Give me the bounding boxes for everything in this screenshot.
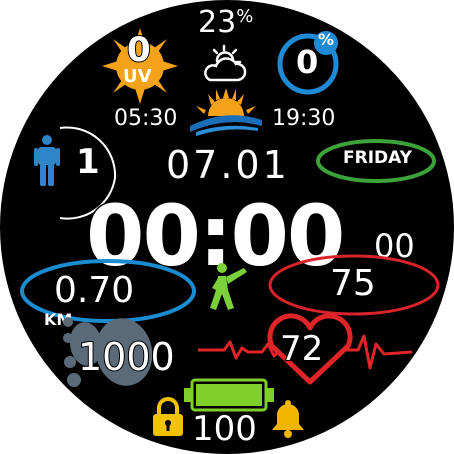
bell-icon xyxy=(272,400,304,438)
battery-value: 100 xyxy=(191,409,258,449)
battery-level-fill xyxy=(196,384,262,406)
person-icon xyxy=(34,135,60,186)
sunset-time: 19:30 xyxy=(272,106,336,131)
partly-cloudy-icon xyxy=(204,44,247,82)
uv-label: UV xyxy=(123,66,152,87)
humidity-number: 23 xyxy=(198,5,237,40)
humidity-value: 23% xyxy=(198,8,253,38)
exercise-icon xyxy=(210,263,247,310)
steps-value: 1000 xyxy=(77,335,176,379)
humidity-unit: % xyxy=(236,6,254,27)
rain-chance-unit: % xyxy=(318,30,335,49)
date: 07.01 xyxy=(166,143,290,187)
calories-value: 75 xyxy=(329,263,377,304)
weekday: FRIDAY xyxy=(343,148,412,168)
lock-icon xyxy=(153,397,183,436)
watch-face: 0 UV 23% % 0 05:30 19:30 1 07.01 FRIDAY … xyxy=(0,0,454,454)
rain-chance-value: 0 xyxy=(296,43,319,81)
heart-rate-value: 72 xyxy=(279,329,324,369)
floors-value: 1 xyxy=(76,142,100,182)
sunrise-icon xyxy=(190,88,262,136)
uv-value: 0 xyxy=(126,30,152,70)
